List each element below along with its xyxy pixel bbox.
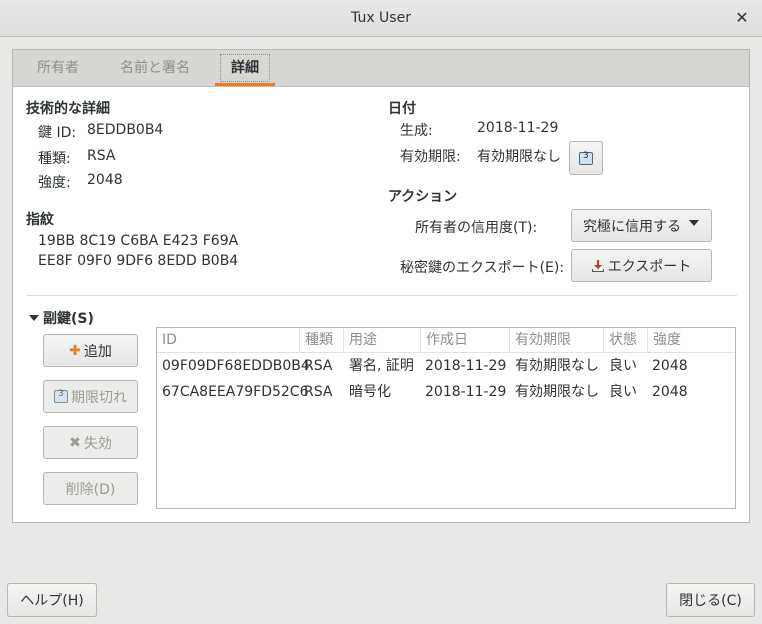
export-button-label: エクスポート xyxy=(607,258,692,275)
active-tab-indicator xyxy=(215,83,275,86)
table-row[interactable]: 09F09DF68EDDB0B4 RSA 署名, 証明 2018-11-29 有… xyxy=(157,353,735,379)
key-id-value: 8EDDB0B4 xyxy=(87,122,164,138)
column-header-expires[interactable]: 有効期限 xyxy=(510,328,604,352)
cell-expires: 有効期限なし xyxy=(515,358,599,374)
tab-details-label: 詳細 xyxy=(220,54,270,82)
table-header: ID 種類 用途 作成日 有効期限 状態 強度 xyxy=(157,328,735,353)
add-subkey-button[interactable]: ✚ 追加 xyxy=(43,334,138,367)
help-button[interactable]: ヘルプ(H) xyxy=(7,583,97,617)
strength-label: 強度: xyxy=(38,175,71,191)
type-label: 種類: xyxy=(38,151,71,167)
actions-heading: アクション xyxy=(388,189,458,205)
window-title: Tux User xyxy=(351,10,411,26)
close-button-label: 閉じる(C) xyxy=(679,593,742,609)
close-button[interactable]: 閉じる(C) xyxy=(666,583,755,617)
revoke-subkey-button[interactable]: ✖ 失効 xyxy=(43,426,138,459)
calendar-icon xyxy=(54,389,68,403)
cell-type: RSA xyxy=(304,384,333,400)
key-id-label: 鍵 ID: xyxy=(38,125,77,141)
column-header-status[interactable]: 状態 xyxy=(604,328,648,352)
created-value: 2018-11-29 xyxy=(477,120,559,136)
column-header-type[interactable]: 種類 xyxy=(300,328,344,352)
cell-created: 2018-11-29 xyxy=(425,358,507,374)
owner-trust-value: 究極に信用する xyxy=(583,218,681,235)
cell-strength: 2048 xyxy=(652,358,688,374)
tab-names-signatures[interactable]: 名前と署名 xyxy=(120,50,190,86)
cell-type: RSA xyxy=(304,358,333,374)
plus-icon: ✚ xyxy=(69,342,81,359)
technical-details-heading: 技術的な詳細 xyxy=(26,101,110,117)
revoke-subkey-label: 失効 xyxy=(83,435,112,452)
tab-owner-label: 所有者 xyxy=(37,60,79,76)
add-subkey-label: 追加 xyxy=(83,343,112,360)
column-header-created[interactable]: 作成日 xyxy=(421,328,510,352)
change-expiry-button[interactable] xyxy=(569,141,603,175)
expires-label: 有効期限: xyxy=(400,149,461,165)
cell-created: 2018-11-29 xyxy=(425,384,507,400)
cell-usage: 署名, 証明 xyxy=(349,358,414,374)
column-header-strength[interactable]: 強度 xyxy=(648,328,735,352)
expander-arrow-icon xyxy=(29,315,39,321)
fingerprint-heading: 指紋 xyxy=(26,212,54,228)
export-icon xyxy=(591,259,604,272)
subkeys-table[interactable]: ID 種類 用途 作成日 有効期限 状態 強度 09F09DF68EDDB0B4… xyxy=(156,327,736,509)
subkeys-heading: 副鍵(S) xyxy=(43,311,94,327)
strength-value: 2048 xyxy=(87,172,123,188)
cell-strength: 2048 xyxy=(652,384,688,400)
fingerprint-line-2: EE8F 09F0 9DF6 8EDD B0B4 xyxy=(38,253,239,269)
created-label: 生成: xyxy=(400,123,433,139)
cell-id: 67CA8EEA79FD52C6 xyxy=(162,384,309,400)
expire-subkey-label: 期限切れ xyxy=(71,389,127,406)
tab-bar: 所有者 名前と署名 詳細 xyxy=(13,50,749,87)
delete-subkey-button[interactable]: 削除(D) xyxy=(43,472,138,505)
title-bar: Tux User ✕ xyxy=(0,0,762,37)
close-icon[interactable]: ✕ xyxy=(732,8,752,28)
expires-value: 有効期限なし xyxy=(477,149,561,165)
cell-usage: 暗号化 xyxy=(349,384,391,400)
tab-owner[interactable]: 所有者 xyxy=(37,50,79,86)
calendar-icon xyxy=(579,151,593,165)
cell-id: 09F09DF68EDDB0B4 xyxy=(162,358,310,374)
separator xyxy=(27,295,737,296)
tab-details[interactable]: 詳細 xyxy=(215,50,275,86)
chevron-down-icon xyxy=(689,220,699,226)
cell-status: 良い xyxy=(609,358,637,374)
fingerprint-line-1: 19BB 8C19 C6BA E423 F69A xyxy=(38,233,239,249)
table-row[interactable]: 67CA8EEA79FD52C6 RSA 暗号化 2018-11-29 有効期限… xyxy=(157,379,735,405)
help-button-label: ヘルプ(H) xyxy=(20,593,84,609)
export-secret-key-label: 秘密鍵のエクスポート(E): xyxy=(400,260,565,276)
column-header-usage[interactable]: 用途 xyxy=(344,328,421,352)
revoke-icon: ✖ xyxy=(69,434,81,451)
column-header-id[interactable]: ID xyxy=(157,328,300,352)
tab-names-signatures-label: 名前と署名 xyxy=(120,60,190,76)
type-value: RSA xyxy=(87,148,116,164)
cell-status: 良い xyxy=(609,384,637,400)
delete-subkey-label: 削除(D) xyxy=(65,481,116,498)
subkeys-expander[interactable]: 副鍵(S) xyxy=(29,308,94,328)
expire-subkey-button[interactable]: 期限切れ xyxy=(43,380,138,413)
dates-heading: 日付 xyxy=(388,101,416,117)
export-button[interactable]: エクスポート xyxy=(571,249,712,282)
owner-trust-dropdown[interactable]: 究極に信用する xyxy=(571,209,712,242)
cell-expires: 有効期限なし xyxy=(515,384,599,400)
owner-trust-label: 所有者の信用度(T): xyxy=(415,220,538,236)
